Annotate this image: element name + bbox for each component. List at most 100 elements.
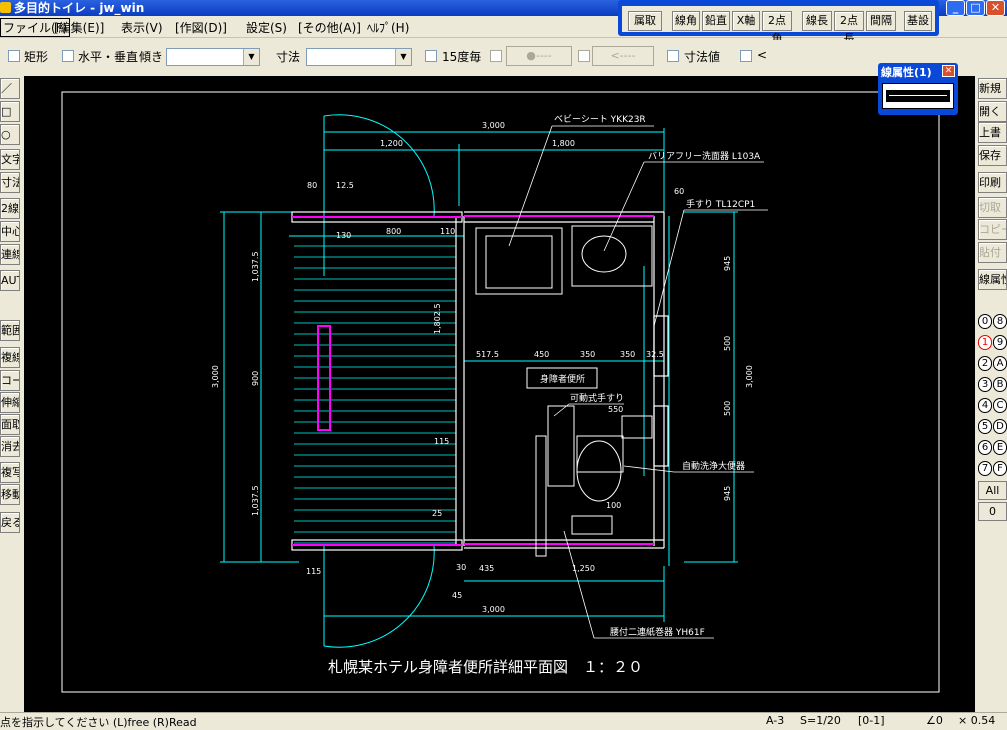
- tool-auto[interactable]: AUTO: [0, 270, 20, 291]
- tool-text[interactable]: 文字: [0, 149, 20, 170]
- button-2pt-length[interactable]: 2点長: [834, 11, 864, 45]
- tool-paste[interactable]: 貼付: [978, 242, 1007, 263]
- dim-3000-top: 3,000: [482, 121, 505, 130]
- label-sink: バリアフリー洗面器 L103A: [648, 150, 761, 162]
- dim-combo[interactable]: ▼: [306, 48, 412, 66]
- tool-move[interactable]: 移動: [0, 484, 20, 505]
- seg2-checkbox[interactable]: [578, 50, 590, 62]
- tool-stretch[interactable]: 伸縮: [0, 392, 20, 413]
- layer-c[interactable]: C: [993, 398, 1007, 413]
- layer-8[interactable]: 8: [993, 314, 1007, 329]
- button-line-length[interactable]: 線長: [802, 11, 832, 31]
- deg15-checkbox[interactable]: [425, 50, 437, 62]
- button-x-axis[interactable]: X軸: [732, 11, 760, 31]
- dim-350-a: 350: [580, 350, 595, 359]
- tool-new[interactable]: 新規: [978, 78, 1007, 99]
- button-line-angle[interactable]: 線角: [672, 11, 700, 31]
- tool-circle[interactable]: ○: [0, 124, 20, 145]
- status-layer[interactable]: [0-1]: [858, 714, 885, 727]
- layer-1[interactable]: 1: [978, 335, 992, 350]
- button-zokutori[interactable]: 属取: [628, 11, 662, 31]
- layer-all-button[interactable]: All: [978, 481, 1007, 500]
- button-vertical[interactable]: 鉛直: [702, 11, 730, 31]
- menu-draw[interactable]: [作図(D)]: [175, 19, 227, 36]
- tool-print[interactable]: 印刷: [978, 172, 1007, 193]
- tool-undo[interactable]: 戻る: [0, 512, 20, 533]
- status-zoom[interactable]: × 0.54: [958, 714, 995, 727]
- tool-copy[interactable]: 複写: [0, 462, 20, 483]
- rect-checkbox[interactable]: [8, 50, 20, 62]
- tool-copy-clip[interactable]: コピー: [978, 219, 1007, 240]
- button-base-set[interactable]: 基設: [904, 11, 932, 31]
- maximize-button[interactable]: □: [966, 0, 985, 16]
- layer-group-button[interactable]: 0: [978, 502, 1007, 521]
- menu-view[interactable]: 表示(V): [121, 19, 163, 36]
- tool-centerline[interactable]: 中心線: [0, 221, 20, 242]
- close-icon[interactable]: ✕: [942, 65, 955, 77]
- drawing-canvas[interactable]: 身障者便所 ベビーシート YKK23R バリアフリー洗面器 L103A 手すり …: [24, 76, 975, 712]
- dimval-label: 寸法値: [684, 50, 721, 64]
- layer-b[interactable]: B: [993, 377, 1007, 392]
- tool-cut[interactable]: 切取: [978, 197, 1007, 218]
- minimize-button[interactable]: _: [946, 0, 965, 16]
- button-2pt-angle[interactable]: 2点角: [762, 11, 792, 45]
- seg1-button[interactable]: ●----: [506, 46, 572, 66]
- tool-line[interactable]: ／: [0, 78, 20, 99]
- tool-dim[interactable]: 寸法: [0, 172, 20, 193]
- layer-d[interactable]: D: [993, 419, 1007, 434]
- label-toilet: 自動洗浄大便器: [682, 460, 745, 472]
- tool-2line[interactable]: 2線: [0, 198, 20, 219]
- menu-edit[interactable]: [編集(E)]: [54, 19, 104, 36]
- chevron-down-icon[interactable]: ▼: [243, 49, 259, 65]
- tool-rect[interactable]: □: [0, 101, 20, 122]
- hv-checkbox[interactable]: [62, 50, 74, 62]
- tool-corner[interactable]: コーナー: [0, 370, 20, 391]
- close-button[interactable]: ✕: [986, 0, 1005, 16]
- layer-4[interactable]: 4: [978, 398, 992, 413]
- line-attribute-preview[interactable]: [882, 83, 954, 109]
- lt-label: <: [757, 48, 768, 62]
- menu-other[interactable]: [その他(A)]: [298, 19, 361, 36]
- status-paper-size[interactable]: A-3: [766, 714, 784, 727]
- line-sample: [886, 90, 950, 102]
- dimval-checkbox[interactable]: [667, 50, 679, 62]
- layer-f[interactable]: F: [993, 461, 1007, 476]
- dim-115: 115: [306, 567, 321, 576]
- status-angle[interactable]: ∠0: [926, 714, 943, 727]
- tool-open[interactable]: 開く: [978, 101, 1007, 122]
- tool-overwrite[interactable]: 上書: [978, 122, 1007, 143]
- layer-a[interactable]: A: [993, 356, 1007, 371]
- status-scale[interactable]: S=1/20: [800, 714, 841, 727]
- layer-9[interactable]: 9: [993, 335, 1007, 350]
- dim-25: 25: [432, 509, 442, 518]
- line-attribute-window[interactable]: 線属性(1) ✕: [878, 63, 958, 115]
- layer-6[interactable]: 6: [978, 440, 992, 455]
- tool-chamfer[interactable]: 面取: [0, 414, 20, 435]
- tool-line-attr[interactable]: 線属性: [978, 269, 1007, 290]
- chevron-down-icon[interactable]: ▼: [395, 49, 411, 65]
- layer-e[interactable]: E: [993, 440, 1007, 455]
- lt-checkbox[interactable]: [740, 50, 752, 62]
- seg2-button[interactable]: <----: [592, 46, 654, 66]
- tool-erase[interactable]: 消去: [0, 436, 20, 457]
- layer-5[interactable]: 5: [978, 419, 992, 434]
- app-icon[interactable]: [0, 2, 11, 13]
- tool-offset[interactable]: 複線: [0, 347, 20, 368]
- label-baby-seat: ベビーシート YKK23R: [554, 114, 646, 125]
- tilt-combo[interactable]: ▼: [166, 48, 260, 66]
- dim-label: 寸法: [276, 50, 301, 64]
- tool-range[interactable]: 範囲: [0, 320, 20, 341]
- dim-1037-5-top: 1,037.5: [251, 251, 260, 282]
- layer-3[interactable]: 3: [978, 377, 992, 392]
- tool-save[interactable]: 保存: [978, 145, 1007, 166]
- fixtures: [475, 225, 653, 557]
- button-interval[interactable]: 間隔: [866, 11, 896, 31]
- right-toolbar: 新規 開く 上書 保存 印刷 切取 コピー 貼付 線属性 0 1 2 3 4 5…: [976, 76, 1007, 712]
- seg1-checkbox[interactable]: [490, 50, 502, 62]
- tool-renline[interactable]: 連線: [0, 244, 20, 265]
- layer-2[interactable]: 2: [978, 356, 992, 371]
- layer-0[interactable]: 0: [978, 314, 992, 329]
- menu-settings[interactable]: 設定(S): [246, 19, 287, 36]
- menu-help[interactable]: ﾍﾙﾌﾟ(H): [367, 19, 409, 36]
- layer-7[interactable]: 7: [978, 461, 992, 476]
